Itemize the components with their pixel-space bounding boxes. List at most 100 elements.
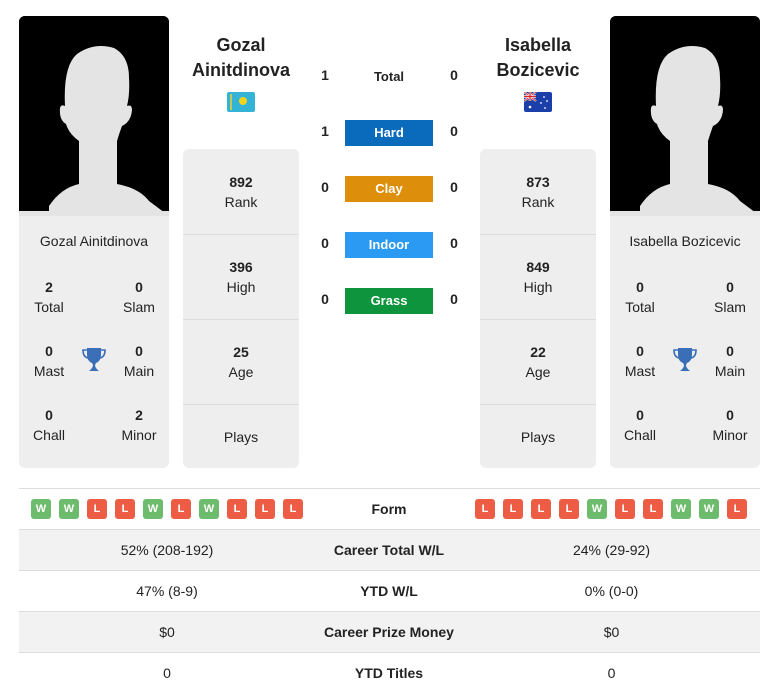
player2-value: 0% (0-0) bbox=[584, 583, 639, 599]
player2-value: 24% (29-92) bbox=[572, 542, 651, 558]
value: 2 bbox=[45, 279, 53, 295]
value: 849 bbox=[526, 259, 550, 275]
form-loss-badge[interactable]: L bbox=[615, 499, 635, 519]
h2h-p2-indoor: 0 bbox=[450, 235, 458, 251]
player1-slam: 0 Slam bbox=[104, 277, 174, 317]
label: Mast bbox=[33, 363, 65, 379]
player2-age: 22 Age bbox=[480, 319, 596, 404]
player2-value: $0 bbox=[603, 624, 620, 640]
form-loss-badge[interactable]: L bbox=[559, 499, 579, 519]
row-label: Career Total W/L bbox=[333, 542, 445, 558]
player1-info-card: 892 Rank 396 High 25 Age Plays bbox=[183, 149, 299, 468]
player1-value: 47% (8-9) bbox=[136, 583, 198, 599]
player2-name[interactable]: Isabella Bozicevic bbox=[463, 33, 613, 83]
form-win-badge[interactable]: W bbox=[59, 499, 79, 519]
form-win-badge[interactable]: W bbox=[699, 499, 719, 519]
australia-flag-icon bbox=[524, 92, 552, 112]
player1-mast: 0 Mast bbox=[14, 341, 84, 381]
player1-value: 0 bbox=[163, 665, 171, 681]
form-loss-badge[interactable]: L bbox=[727, 499, 747, 519]
surface-indoor-button[interactable]: Indoor bbox=[345, 232, 433, 258]
surface-grass-button[interactable]: Grass bbox=[345, 288, 433, 314]
h2h-p2-hard: 0 bbox=[450, 123, 458, 139]
form-win-badge[interactable]: W bbox=[587, 499, 607, 519]
form-win-badge[interactable]: W bbox=[143, 499, 163, 519]
label: Rank bbox=[521, 193, 555, 210]
player2-minor: 0 Minor bbox=[695, 405, 765, 445]
form-loss-badge[interactable]: L bbox=[503, 499, 523, 519]
h2h-p2-total: 0 bbox=[450, 67, 458, 83]
label: Slam bbox=[714, 299, 746, 315]
player2-slam: 0 Slam bbox=[695, 277, 765, 317]
player1-high: 396 High bbox=[183, 234, 299, 319]
label: Total bbox=[625, 299, 655, 315]
value: 0 bbox=[135, 279, 143, 295]
player2-chall: 0 Chall bbox=[605, 405, 675, 445]
player1-name[interactable]: Gozal Ainitdinova bbox=[166, 33, 316, 83]
form-loss-badge[interactable]: L bbox=[643, 499, 663, 519]
player1-rank: 892 Rank bbox=[183, 149, 299, 234]
value: 0 bbox=[45, 343, 53, 359]
value: 22 bbox=[530, 344, 546, 360]
player2-total: 0 Total bbox=[605, 277, 675, 317]
player1-age: 25 Age bbox=[183, 319, 299, 404]
value: 0 bbox=[726, 407, 734, 423]
h2h-p1-total: 1 bbox=[321, 67, 329, 83]
player1-minor: 2 Minor bbox=[104, 405, 174, 445]
form-loss-badge[interactable]: L bbox=[227, 499, 247, 519]
form-win-badge[interactable]: W bbox=[199, 499, 219, 519]
form-loss-badge[interactable]: L bbox=[87, 499, 107, 519]
row-label: YTD W/L bbox=[360, 583, 418, 599]
value: 873 bbox=[526, 173, 550, 190]
h2h-p1-hard: 1 bbox=[321, 123, 329, 139]
form-label: Form bbox=[371, 501, 407, 517]
row-label: YTD Titles bbox=[354, 665, 424, 681]
form-loss-badge[interactable]: L bbox=[115, 499, 135, 519]
form-row: WWLLWLWLLL Form LLLLWLLWWL bbox=[19, 488, 760, 529]
player2-value: 0 bbox=[607, 665, 616, 681]
form-win-badge[interactable]: W bbox=[31, 499, 51, 519]
player1-photo bbox=[19, 16, 169, 216]
player1-value: $0 bbox=[159, 624, 175, 640]
form-loss-badge[interactable]: L bbox=[475, 499, 495, 519]
label: Slam bbox=[123, 299, 155, 315]
kazakhstan-flag-icon bbox=[227, 92, 255, 112]
label: Chall bbox=[624, 427, 656, 443]
label: Chall bbox=[33, 427, 65, 443]
table-row: $0 Career Prize Money $0 bbox=[19, 611, 760, 652]
form-loss-badge[interactable]: L bbox=[283, 499, 303, 519]
player1-main: 0 Main bbox=[104, 341, 174, 381]
form-win-badge[interactable]: W bbox=[671, 499, 691, 519]
surface-clay-button[interactable]: Clay bbox=[345, 176, 433, 202]
name-line1: Isabella bbox=[504, 35, 572, 55]
label: High bbox=[226, 279, 256, 295]
form-loss-badge[interactable]: L bbox=[255, 499, 275, 519]
player2-rank: 873 Rank bbox=[480, 149, 596, 234]
name-line2: Ainitdinova bbox=[192, 60, 290, 80]
form-loss-badge[interactable]: L bbox=[171, 499, 191, 519]
label: High bbox=[523, 279, 553, 295]
player1-full-name: Gozal Ainitdinova bbox=[39, 233, 149, 249]
player1-total: 2 Total bbox=[14, 277, 84, 317]
surface-hard-button[interactable]: Hard bbox=[345, 120, 433, 146]
value: 396 bbox=[229, 259, 253, 275]
value: 0 bbox=[636, 407, 644, 423]
label: Total bbox=[34, 299, 64, 315]
row-label: Career Prize Money bbox=[324, 624, 454, 640]
player2-plays: Plays bbox=[480, 404, 596, 468]
h2h-p1-grass: 0 bbox=[321, 291, 329, 307]
label: Minor bbox=[121, 427, 157, 443]
label: Main bbox=[123, 363, 155, 379]
trophy-icon bbox=[82, 347, 106, 373]
label: Rank bbox=[224, 193, 258, 210]
label: Plays bbox=[520, 428, 556, 445]
form-loss-badge[interactable]: L bbox=[531, 499, 551, 519]
label: Age bbox=[525, 364, 551, 380]
player1-chall: 0 Chall bbox=[14, 405, 84, 445]
value: 0 bbox=[135, 343, 143, 359]
player2-photo bbox=[610, 16, 760, 216]
label: Minor bbox=[712, 427, 748, 443]
h2h-p2-grass: 0 bbox=[450, 291, 458, 307]
silhouette-icon bbox=[610, 16, 760, 216]
label: Mast bbox=[624, 363, 656, 379]
